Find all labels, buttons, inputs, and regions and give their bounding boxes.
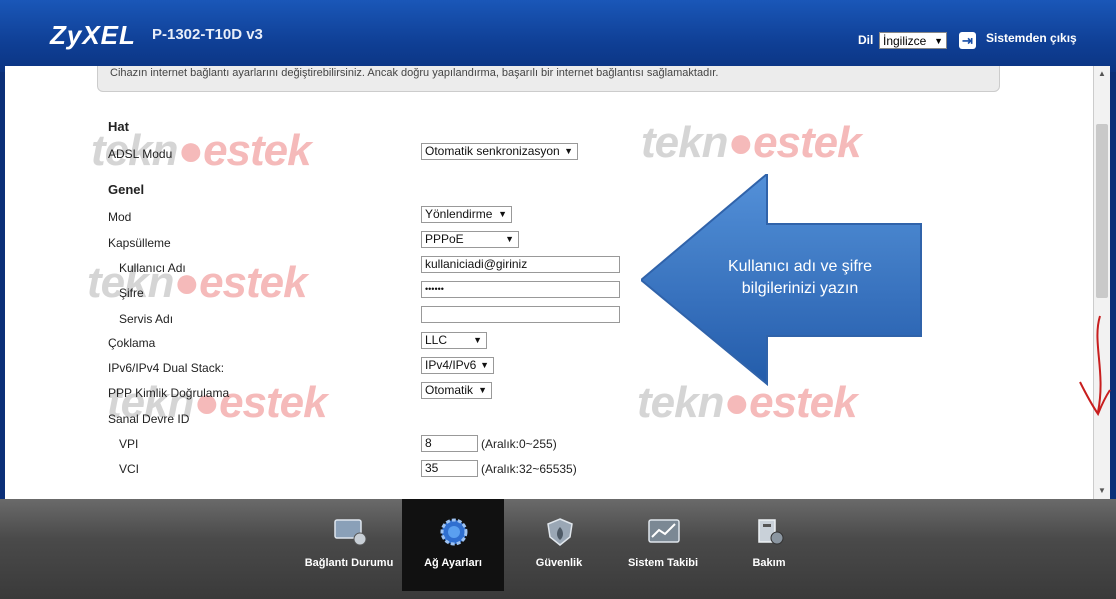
service-name-label: Servis Adı bbox=[119, 312, 174, 326]
password-input[interactable]: •••••• bbox=[421, 281, 620, 298]
red-arrow-annotation bbox=[1079, 315, 1111, 417]
tab-label: Bakım bbox=[752, 557, 786, 569]
tab-label: Ağ Ayarları bbox=[424, 557, 482, 569]
scrollbar[interactable]: ▲ ▼ bbox=[1093, 66, 1110, 499]
scroll-up-icon[interactable]: ▲ bbox=[1094, 66, 1110, 82]
chart-icon bbox=[648, 519, 680, 543]
tab-system-monitor[interactable]: Sistem Takibi bbox=[612, 499, 714, 591]
dual-stack-label: IPv6/IPv4 Dual Stack: bbox=[108, 361, 225, 375]
chevron-down-icon: ▼ bbox=[498, 209, 507, 219]
chevron-down-icon: ▼ bbox=[934, 36, 943, 46]
tab-maintenance[interactable]: Bakım bbox=[718, 499, 820, 591]
mode-select[interactable]: Yönlendirme ▼ bbox=[421, 206, 512, 223]
vpi-range-hint: (Aralık:0~255) bbox=[481, 437, 557, 451]
encapsulation-select[interactable]: PPPoE ▼ bbox=[421, 231, 519, 248]
chevron-down-icon: ▼ bbox=[505, 234, 514, 244]
multiplexing-select[interactable]: LLC ▼ bbox=[421, 332, 487, 349]
language-select[interactable]: İngilizce ▼ bbox=[879, 32, 947, 49]
shield-icon bbox=[547, 518, 573, 546]
chevron-down-icon: ▼ bbox=[480, 360, 489, 370]
tab-label: Sistem Takibi bbox=[627, 557, 699, 569]
model-name: P-1302-T10D v3 bbox=[152, 26, 263, 43]
watermark: tekn●estek bbox=[641, 118, 862, 167]
vpi-input[interactable]: 8 bbox=[421, 435, 478, 452]
encapsulation-value: PPPoE bbox=[425, 232, 464, 246]
dual-stack-value: IPv4/IPv6 bbox=[425, 358, 477, 372]
adsl-mode-select[interactable]: Otomatik senkronizasyon ▼ bbox=[421, 143, 578, 160]
bottom-nav: Bağlantı Durumu Ağ Ayarları Güvenlik Sis… bbox=[0, 499, 1116, 599]
adsl-mode-label: ADSL Modu bbox=[108, 147, 173, 161]
monitor-icon bbox=[334, 519, 367, 546]
username-input[interactable]: kullaniciadi@giriniz bbox=[421, 256, 620, 273]
gear-icon bbox=[440, 518, 468, 546]
header-bar: ZyXEL P-1302-T10D v3 Dil İngilizce ▼ ⇥ S… bbox=[0, 0, 1116, 72]
logout-icon[interactable]: ⇥ bbox=[959, 32, 976, 49]
mode-value: Yönlendirme bbox=[425, 207, 493, 221]
section-hat: Hat bbox=[108, 119, 129, 134]
vpi-label: VPI bbox=[119, 437, 139, 451]
chevron-down-icon: ▼ bbox=[473, 335, 482, 345]
tab-label: Bağlantı Durumu bbox=[304, 557, 394, 569]
vci-range-hint: (Aralık:32~65535) bbox=[481, 462, 577, 476]
service-name-input[interactable] bbox=[421, 306, 620, 323]
ppp-auth-value: Otomatik bbox=[425, 383, 474, 397]
virtual-circuit-label: Sanal Devre ID bbox=[108, 412, 190, 426]
callout-text: Kullanıcı adı ve şifre bilgilerinizi yaz… bbox=[727, 258, 873, 297]
scroll-thumb[interactable] bbox=[1096, 124, 1108, 298]
section-genel: Genel bbox=[108, 182, 145, 197]
mode-label: Mod bbox=[108, 210, 132, 224]
brand-logo: ZyXEL bbox=[50, 20, 136, 50]
tab-network-settings[interactable]: Ağ Ayarları bbox=[402, 499, 504, 591]
scroll-down-icon[interactable]: ▼ bbox=[1094, 483, 1110, 499]
tab-security[interactable]: Güvenlik bbox=[508, 499, 610, 591]
chevron-down-icon: ▼ bbox=[564, 146, 573, 156]
multiplexing-label: Çoklama bbox=[108, 336, 156, 350]
language-value: İngilizce bbox=[883, 34, 927, 48]
multiplexing-value: LLC bbox=[425, 333, 448, 347]
dual-stack-select[interactable]: IPv4/IPv6 ▼ bbox=[421, 357, 494, 374]
notice-box: Cihazın internet bağlantı ayarlarını değ… bbox=[97, 66, 1000, 92]
tab-connection-status[interactable]: Bağlantı Durumu bbox=[298, 499, 400, 591]
vci-label: VCI bbox=[119, 462, 140, 476]
password-label: Şifre bbox=[119, 286, 144, 300]
ppp-auth-select[interactable]: Otomatik ▼ bbox=[421, 382, 492, 399]
language-label: Dil bbox=[858, 33, 874, 47]
ppp-auth-label: PPP Kimlik Doğrulama bbox=[108, 386, 230, 400]
encapsulation-label: Kapsülleme bbox=[108, 236, 171, 250]
chevron-down-icon: ▼ bbox=[478, 385, 487, 395]
logout-link[interactable]: Sistemden çıkış bbox=[986, 31, 1077, 45]
tools-icon bbox=[758, 519, 784, 545]
vci-input[interactable]: 35 bbox=[421, 460, 478, 477]
username-label: Kullanıcı Adı bbox=[119, 261, 186, 275]
main-content: Cihazın internet bağlantı ayarlarını değ… bbox=[5, 66, 1093, 499]
adsl-mode-value: Otomatik senkronizasyon bbox=[425, 144, 560, 158]
tab-label: Güvenlik bbox=[535, 557, 583, 569]
